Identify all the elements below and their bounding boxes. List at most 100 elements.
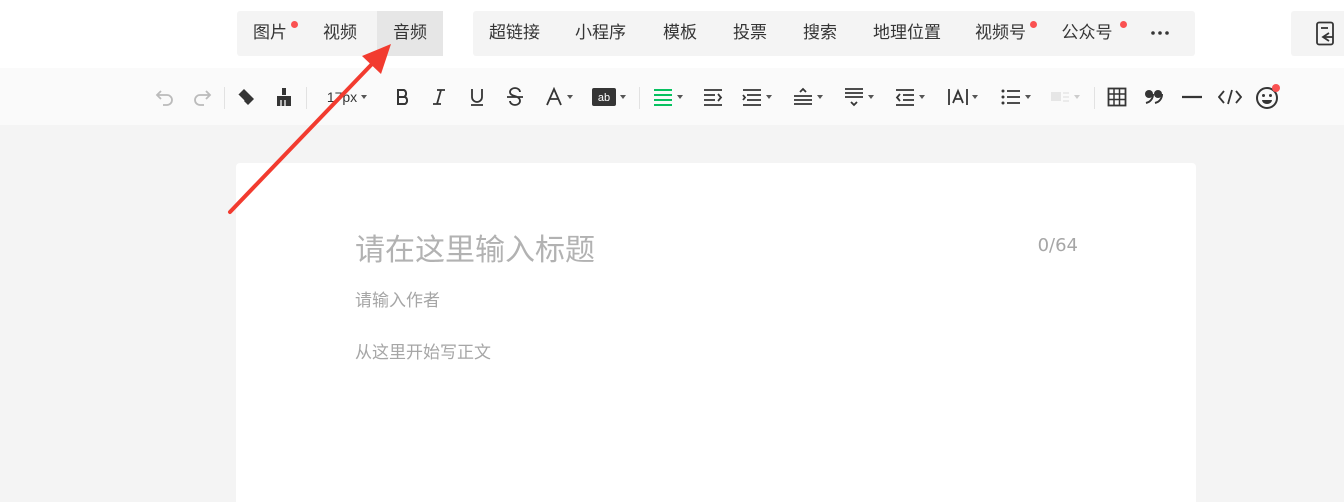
background-color-icon: ab <box>592 88 616 106</box>
chevron-down-icon <box>1074 95 1080 99</box>
toolbar-divider <box>224 87 225 109</box>
tab-official-account[interactable]: 公众号 <box>1042 11 1132 56</box>
toolbar-divider <box>1094 87 1095 109</box>
chevron-down-icon <box>766 95 772 99</box>
tab-video[interactable]: 视频 <box>303 11 377 56</box>
chevron-down-icon <box>919 95 925 99</box>
table-icon <box>1107 87 1127 107</box>
toolbar-divider <box>639 87 640 109</box>
side-panel-button[interactable] <box>1291 11 1344 56</box>
format-brush-icon <box>277 88 291 106</box>
indent-button[interactable] <box>701 84 725 110</box>
float-icon <box>1051 92 1069 102</box>
paragraph-spacing-after-icon <box>845 88 863 107</box>
body-placeholder: 从这里开始写正文 <box>355 343 491 363</box>
editor-card: 请在这里输入标题 0/64 请输入作者 从这里开始写正文 <box>236 163 1196 502</box>
underline-icon <box>471 89 483 106</box>
letter-spacing-button[interactable] <box>945 84 981 110</box>
underline-button[interactable] <box>465 84 489 110</box>
format-brush-button[interactable] <box>272 84 296 110</box>
chevron-down-icon <box>972 95 978 99</box>
tab-vote[interactable]: 投票 <box>715 11 785 56</box>
author-input[interactable]: 请输入作者 <box>355 286 440 311</box>
divider-button[interactable] <box>1180 84 1204 110</box>
font-color-icon <box>546 87 562 106</box>
tab-hyperlink[interactable]: 超链接 <box>473 11 556 56</box>
letter-spacing-icon <box>948 88 968 105</box>
strikethrough-icon <box>507 87 523 106</box>
italic-button[interactable] <box>427 84 451 110</box>
tab-search-label: 搜索 <box>803 23 837 43</box>
title-char-count: 0/64 <box>1037 235 1078 256</box>
code-icon <box>1218 89 1242 105</box>
first-line-indent-icon <box>895 89 914 106</box>
bold-button[interactable] <box>391 84 415 110</box>
paragraph-spacing-before-icon <box>794 87 812 105</box>
font-color-button[interactable] <box>541 84 577 110</box>
font-size-select[interactable]: 17px <box>318 84 376 110</box>
italic-icon <box>433 89 445 105</box>
line-height-icon <box>742 89 761 106</box>
title-placeholder: 请在这里输入标题 <box>355 233 595 268</box>
tab-search[interactable]: 搜索 <box>785 11 855 56</box>
undo-icon <box>155 90 173 106</box>
tab-mini-program[interactable]: 小程序 <box>556 11 645 56</box>
quote-icon <box>1145 90 1163 104</box>
list-button[interactable] <box>998 84 1034 110</box>
chevron-down-icon <box>1025 95 1031 99</box>
chevron-down-icon <box>868 95 874 99</box>
insert-more-group: 超链接 小程序 模板 投票 搜索 地理位置 视频号 公众号 <box>473 11 1195 56</box>
paragraph-spacing-before-button[interactable] <box>790 84 826 110</box>
tab-template[interactable]: 模板 <box>645 11 715 56</box>
emoji-button[interactable] <box>1255 84 1281 110</box>
tab-image-label: 图片 <box>253 23 287 43</box>
tab-video-label: 视频 <box>323 23 357 43</box>
chevron-down-icon <box>567 95 573 99</box>
tab-location[interactable]: 地理位置 <box>855 11 959 56</box>
divider-icon <box>1182 95 1202 99</box>
document-import-icon <box>1316 21 1334 45</box>
chevron-down-icon <box>677 95 683 99</box>
paragraph-spacing-after-button[interactable] <box>841 84 877 110</box>
body-editor[interactable]: 从这里开始写正文 <box>355 338 491 363</box>
badge-dot <box>1120 21 1127 28</box>
align-button[interactable] <box>650 84 686 110</box>
first-line-indent-button[interactable] <box>892 84 928 110</box>
chevron-down-icon <box>817 95 823 99</box>
insert-bar: 图片 视频 音频 超链接 小程序 模板 投票 搜索 地理位置 视频号 公众号 <box>0 0 1344 68</box>
eraser-button[interactable] <box>234 84 258 110</box>
tab-vote-label: 投票 <box>733 23 767 43</box>
tab-official-account-label: 公众号 <box>1061 23 1113 43</box>
tab-channels[interactable]: 视频号 <box>959 11 1042 56</box>
line-height-button[interactable] <box>739 84 775 110</box>
quote-button[interactable] <box>1142 84 1166 110</box>
tab-image[interactable]: 图片 <box>237 11 303 56</box>
eraser-icon <box>237 89 254 105</box>
tab-channels-label: 视频号 <box>975 23 1026 43</box>
table-button[interactable] <box>1105 84 1129 110</box>
tab-audio[interactable]: 音频 <box>377 11 443 56</box>
redo-button[interactable] <box>190 84 214 110</box>
undo-button[interactable] <box>153 84 177 110</box>
bold-icon <box>397 89 409 105</box>
toolbar-divider <box>306 87 307 109</box>
ellipsis-icon <box>1151 31 1169 35</box>
tab-mini-program-label: 小程序 <box>575 23 626 43</box>
title-input[interactable]: 请在这里输入标题 <box>355 225 595 269</box>
background-color-button[interactable]: ab <box>591 84 627 110</box>
emoji-icon <box>1256 84 1280 109</box>
tab-hyperlink-label: 超链接 <box>489 23 540 43</box>
indent-icon <box>704 89 723 106</box>
redo-icon <box>194 90 212 106</box>
strikethrough-button[interactable] <box>503 84 527 110</box>
tab-location-label: 地理位置 <box>873 23 941 43</box>
float-button[interactable] <box>1047 84 1083 110</box>
media-group: 图片 视频 音频 <box>237 11 443 56</box>
font-size-value: 17px <box>326 89 358 105</box>
chevron-down-icon <box>620 95 626 99</box>
badge-dot <box>291 21 298 28</box>
more-button[interactable] <box>1132 11 1188 56</box>
code-button[interactable] <box>1217 84 1243 110</box>
badge-dot <box>1030 21 1037 28</box>
list-icon <box>1001 89 1020 105</box>
